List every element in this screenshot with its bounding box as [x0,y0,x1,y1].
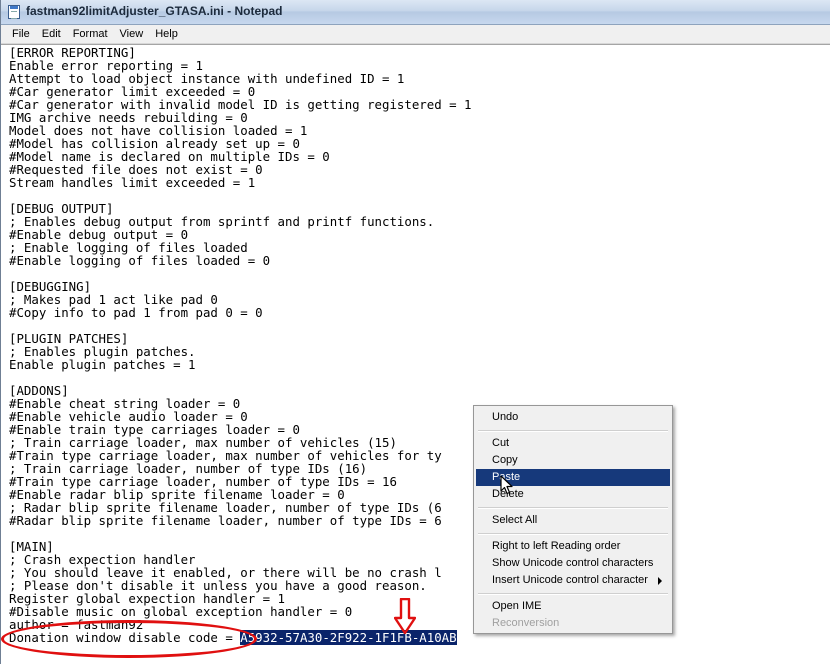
text-line [9,371,472,384]
ctx-show-unicode[interactable]: Show Unicode control characters [476,555,670,572]
ctx-undo[interactable]: Undo [476,409,670,426]
selected-donation-code[interactable]: A5932-57A30-2F922-1F1FB-A10AB [240,630,457,645]
title-bar[interactable]: fastman92limitAdjuster_GTASA.ini - Notep… [1,0,830,25]
ctx-separator [478,507,668,509]
text-line: #Enable logging of files loaded = 0 [9,253,271,268]
ctx-cut[interactable]: Cut [476,435,670,452]
notepad-app-icon[interactable] [8,5,20,19]
ctx-insert-unicode[interactable]: Insert Unicode control character [476,572,670,589]
submenu-arrow-icon [658,577,662,585]
menu-edit[interactable]: Edit [36,25,67,43]
window-title: fastman92limitAdjuster_GTASA.ini - Notep… [26,4,283,18]
ellipse-annotation [1,620,257,658]
ctx-separator [478,593,668,595]
text-editor-area[interactable]: [ERROR REPORTING] Enable error reporting … [1,44,830,664]
ctx-copy[interactable]: Copy [476,452,670,469]
ctx-separator [478,430,668,432]
ctx-separator [478,533,668,535]
down-arrow-annotation [394,598,416,634]
ctx-open-ime[interactable]: Open IME [476,598,670,615]
text-line: Enable plugin patches = 1 [9,357,196,372]
ctx-select-all[interactable]: Select All [476,512,670,529]
text-lines: [ERROR REPORTING] Enable error reporting … [9,46,472,645]
context-menu: Undo Cut Copy Paste Delete Select All Ri… [473,405,673,634]
text-line [9,527,472,540]
text-line: #Radar blip sprite filename loader, numb… [9,513,442,528]
text-line: Stream handles limit exceeded = 1 [9,175,256,190]
menu-help[interactable]: Help [149,25,184,43]
menu-view[interactable]: View [114,25,150,43]
ctx-reconversion[interactable]: Reconversion [476,615,670,632]
notepad-window: fastman92limitAdjuster_GTASA.ini - Notep… [0,0,830,664]
ctx-insert-unicode-label: Insert Unicode control character [492,574,648,586]
menu-bar: File Edit Format View Help [1,25,830,44]
ctx-rtl-reading-order[interactable]: Right to left Reading order [476,538,670,555]
text-line: #Copy info to pad 1 from pad 0 = 0 [9,305,263,320]
menu-file[interactable]: File [6,25,36,43]
mouse-pointer-icon [500,475,513,495]
menu-format[interactable]: Format [67,25,114,43]
